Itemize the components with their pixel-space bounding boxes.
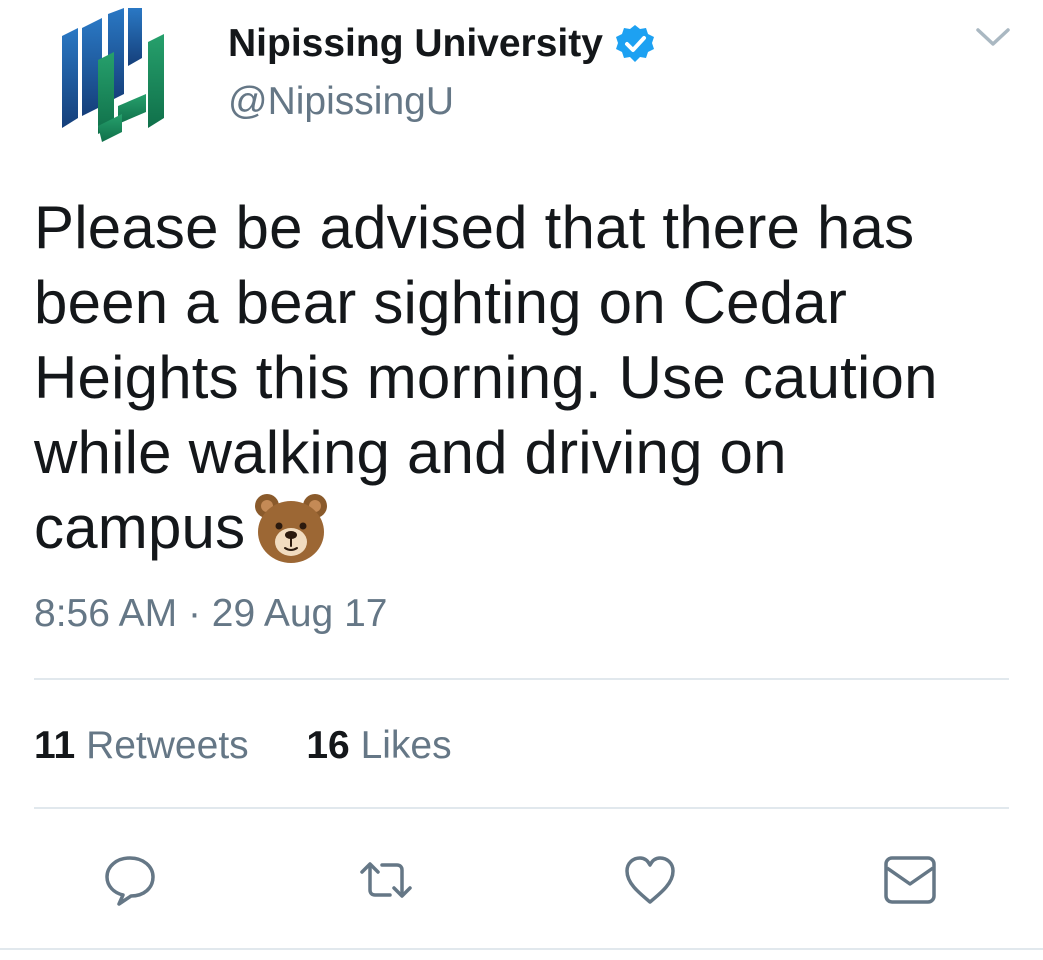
- author-name[interactable]: Nipissing University: [228, 22, 655, 66]
- nipissing-logo-icon[interactable]: [58, 6, 168, 144]
- tweet-text: Please be advised that there has been a …: [34, 190, 1014, 566]
- likes-stat[interactable]: 16 Likes: [306, 724, 451, 767]
- divider-bottom: [0, 948, 1043, 950]
- retweet-button[interactable]: [358, 852, 414, 908]
- tweet-timestamp[interactable]: 8:56 AM · 29 Aug 17: [34, 592, 387, 636]
- speech-bubble-icon: [105, 856, 155, 906]
- retweets-label: Retweets: [86, 724, 249, 767]
- heart-icon: [625, 856, 675, 904]
- timestamp-separator: ·: [187, 592, 201, 635]
- author-name-text[interactable]: Nipissing University: [228, 22, 603, 66]
- engagement-stats: 11 Retweets 16 Likes: [34, 724, 452, 768]
- tweet-time: 8:56 AM: [34, 592, 178, 635]
- verified-badge-icon: [615, 24, 655, 64]
- tweet-date: 29 Aug 17: [211, 592, 388, 635]
- divider-top: [34, 678, 1009, 680]
- tweet-body: Please be advised that there has been a …: [34, 194, 938, 561]
- like-button[interactable]: [622, 852, 678, 908]
- divider-middle: [34, 807, 1009, 809]
- direct-message-button[interactable]: [882, 852, 938, 908]
- retweet-arrows-icon: [360, 862, 412, 898]
- retweets-stat[interactable]: 11 Retweets: [34, 724, 260, 767]
- bear-face-emoji: [253, 490, 329, 566]
- reply-button[interactable]: [102, 852, 158, 908]
- tweet-card: Nipissing University @NipissingU Please …: [0, 0, 1043, 960]
- retweets-count: 11: [34, 724, 76, 767]
- likes-label: Likes: [360, 724, 452, 767]
- author-handle[interactable]: @NipissingU: [228, 80, 454, 124]
- envelope-icon: [884, 856, 936, 904]
- chevron-down-icon[interactable]: [972, 22, 1014, 52]
- likes-count: 16: [306, 724, 350, 767]
